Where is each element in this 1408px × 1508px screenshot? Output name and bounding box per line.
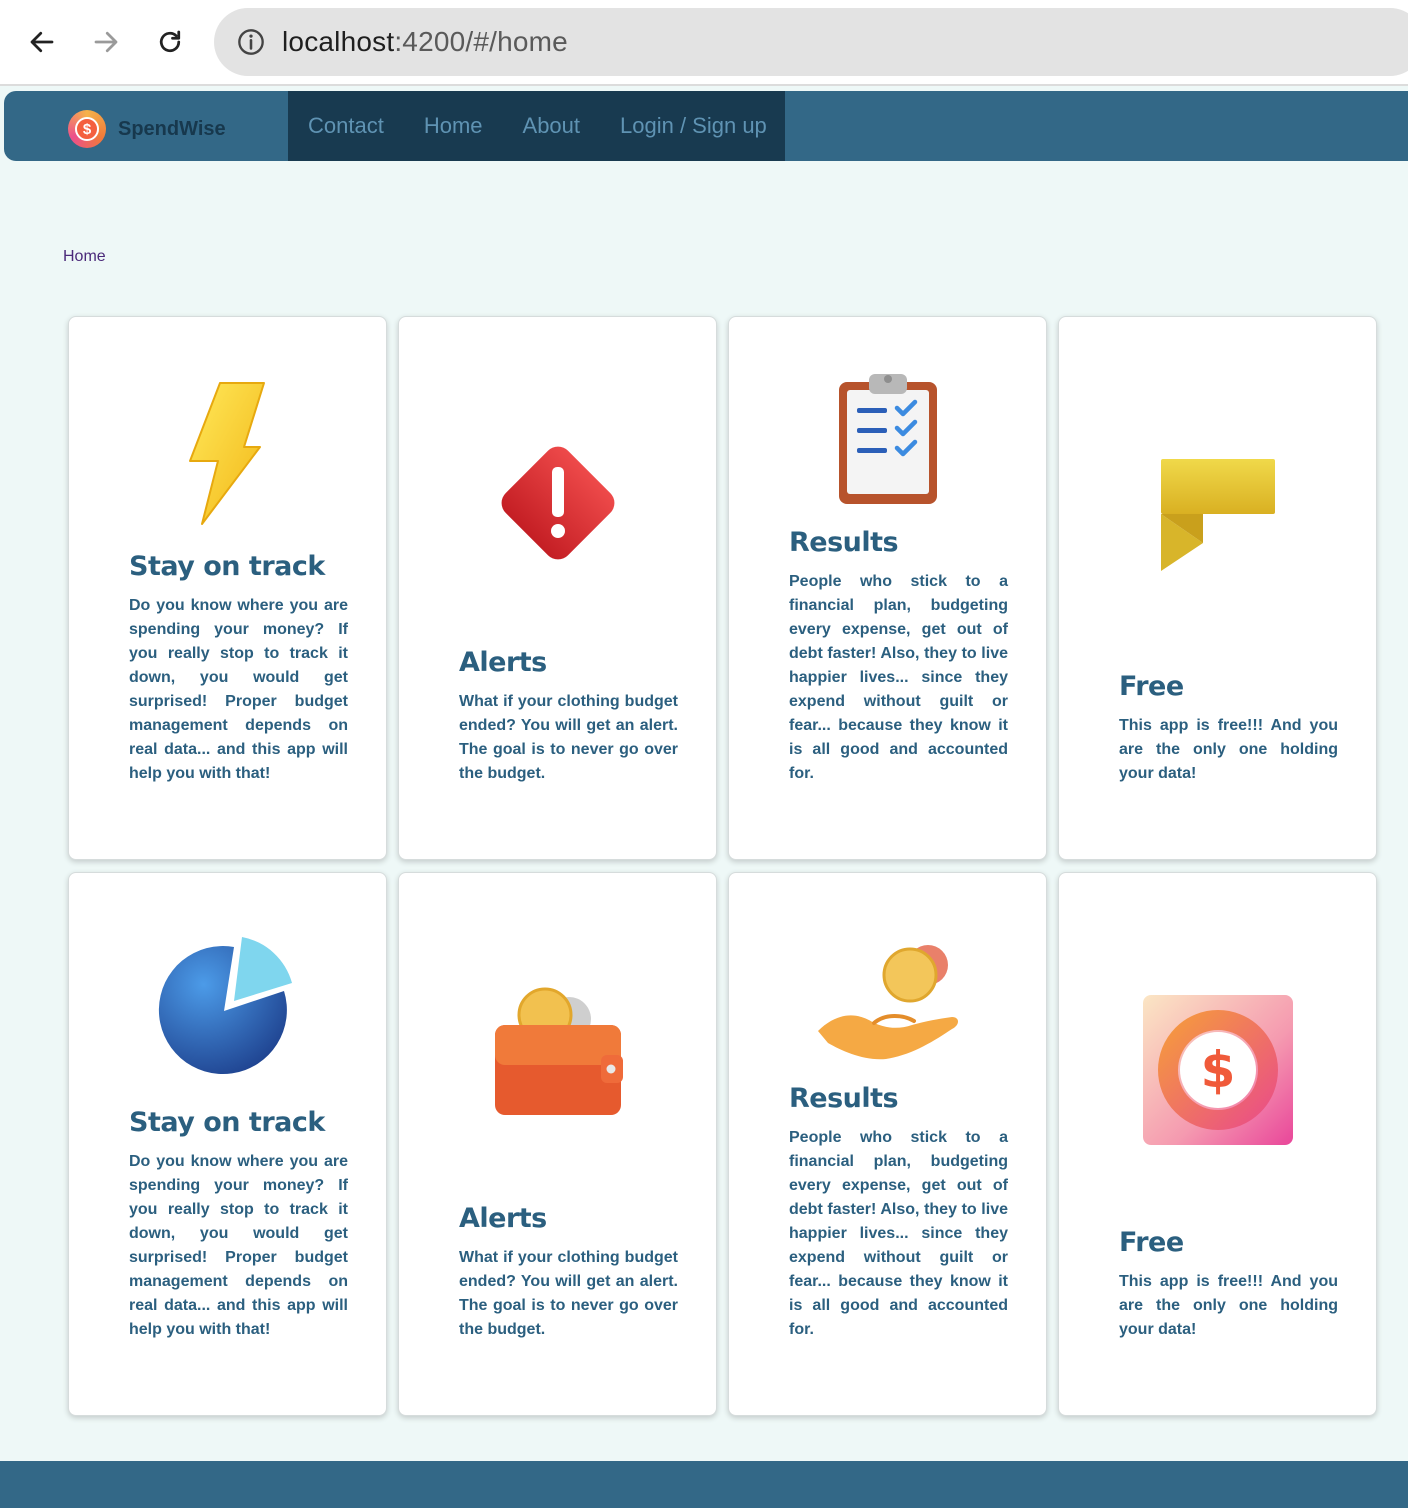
reload-button[interactable]	[148, 20, 192, 64]
nav-links: Contact Home About Login / Sign up	[288, 91, 785, 161]
forward-button[interactable]	[84, 20, 128, 64]
card-text: Do you know where you are spending your …	[129, 597, 348, 782]
feature-card: Alerts What if your clothing budget ende…	[398, 316, 717, 860]
nav-link-contact[interactable]: Contact	[308, 113, 384, 139]
card-title: Free	[1119, 671, 1184, 702]
url-host: localhost	[282, 26, 395, 57]
card-text: People who stick to a financial plan, bu…	[789, 1129, 1008, 1338]
brand[interactable]: $ SpendWise	[68, 110, 226, 148]
alert-diamond-icon	[399, 433, 716, 573]
feature-card: Alerts What if your clothing budget ende…	[398, 872, 717, 1416]
breadcrumb[interactable]: Home	[63, 248, 106, 266]
lightning-bolt-icon	[69, 381, 386, 526]
nav-link-login[interactable]: Login / Sign up	[620, 113, 767, 139]
address-bar[interactable]: localhost:4200/#/home	[214, 8, 1408, 76]
card-text: People who stick to a financial plan, bu…	[789, 573, 1008, 782]
card-title: Stay on track	[129, 551, 325, 582]
back-button[interactable]	[20, 20, 64, 64]
card-title: Alerts	[459, 1203, 547, 1234]
brand-logo-icon: $	[68, 110, 106, 148]
pie-chart-icon	[69, 937, 386, 1077]
url-text[interactable]: localhost:4200/#/home	[282, 26, 568, 58]
card-text: This app is free!!! And you are the only…	[1119, 1273, 1338, 1338]
browser-toolbar: localhost:4200/#/home	[0, 0, 1408, 86]
clipboard-checklist-icon	[729, 372, 1046, 506]
card-title: Results	[789, 1083, 899, 1114]
reload-icon	[159, 30, 181, 53]
arrow-left-icon	[30, 31, 54, 53]
feature-card: Stay on track Do you know where you are …	[68, 316, 387, 860]
nav-link-about[interactable]: About	[523, 113, 581, 139]
card-title: Free	[1119, 1227, 1184, 1258]
flag-icon	[1059, 457, 1376, 573]
arrow-right-icon	[94, 31, 118, 53]
footer	[0, 1461, 1408, 1508]
card-text: Do you know where you are spending your …	[129, 1153, 348, 1338]
url-path: :4200/#/home	[394, 26, 568, 57]
card-title: Alerts	[459, 647, 547, 678]
dollar-app-icon: $	[1059, 995, 1376, 1145]
feature-card: $ Free This app is free!!! And you are t…	[1058, 872, 1377, 1416]
nav-link-home[interactable]: Home	[424, 113, 483, 139]
feature-card: Results People who stick to a financial …	[728, 872, 1047, 1416]
info-icon[interactable]	[236, 27, 266, 57]
app-navbar: $ SpendWise Contact Home About Login / S…	[4, 91, 1408, 161]
feature-card: Stay on track Do you know where you are …	[68, 872, 387, 1416]
brand-name: SpendWise	[118, 117, 226, 140]
card-title: Results	[789, 527, 899, 558]
card-text: What if your clothing budget ended? You …	[459, 693, 678, 782]
hand-coins-icon	[729, 943, 1046, 1063]
wallet-coin-icon	[399, 985, 716, 1117]
card-text: This app is free!!! And you are the only…	[1119, 717, 1338, 782]
card-text: What if your clothing budget ended? You …	[459, 1249, 678, 1338]
svg-text:$: $	[1200, 1041, 1235, 1099]
feature-card: Results People who stick to a financial …	[728, 316, 1047, 860]
card-title: Stay on track	[129, 1107, 325, 1138]
feature-card: Free This app is free!!! And you are the…	[1058, 316, 1377, 860]
